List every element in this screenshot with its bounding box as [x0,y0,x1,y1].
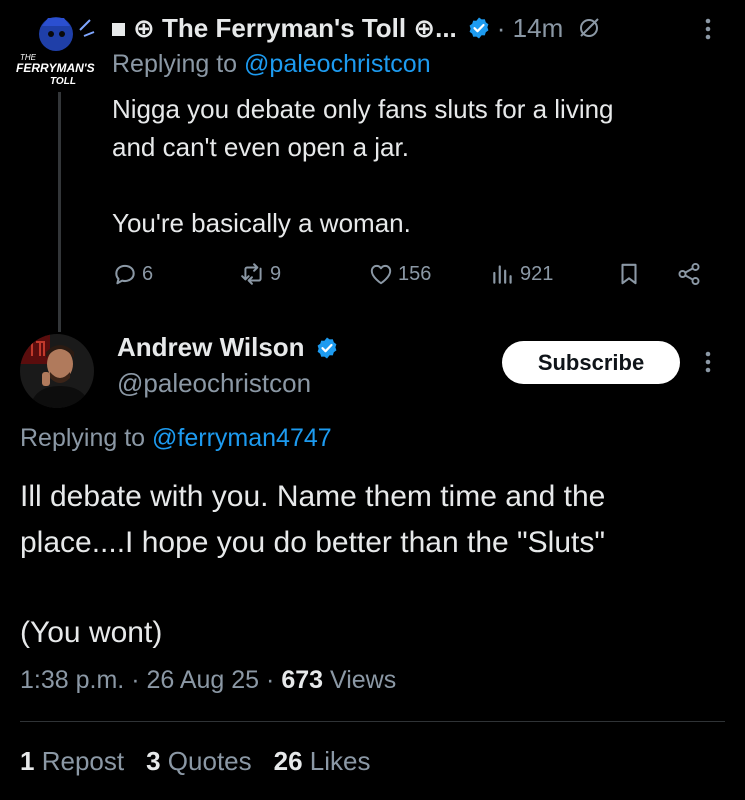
quotes-count: 3 [146,746,161,776]
heart-icon [370,264,392,285]
engagement-stats: 1 Repost 3 Quotes 26 Likes [20,746,392,777]
main-body-line: place....I hope you do better than the "… [20,526,606,559]
square-glyph [112,22,125,36]
reply-count: 6 [142,262,154,285]
comment-icon [115,264,135,285]
reply-body-line: and can't even open a jar. [112,132,409,162]
reply-body-line: You're basically a woman. [112,208,411,238]
reply-avatar[interactable]: THE FERRYMAN'S TOLL [14,14,98,90]
quotes-label: Quotes [167,746,252,776]
like-count: 156 [398,262,432,285]
main-display-name-row: Andrew Wilson [117,332,339,363]
repost-icon [241,263,262,285]
replying-prefix: Replying to [20,424,146,452]
replying-mention-link[interactable]: @ferryman4747 [152,424,332,452]
replying-prefix: Replying to [112,50,238,78]
thread-line [58,92,61,332]
meta-separator: · [266,666,275,694]
main-body: Ill debate with you. Name them time and … [20,474,730,656]
replying-mention-link[interactable]: @paleochristcon [244,50,431,78]
meta-separator: · [131,666,140,694]
bar-chart-icon [493,265,512,284]
subscribe-button[interactable]: Subscribe [502,341,680,384]
main-avatar[interactable] [20,334,94,408]
reply-replying-to: Replying to @paleochristcon [112,50,431,79]
verified-badge-icon [317,337,336,358]
views-label: Views [330,666,397,694]
reply-body: Nigga you debate only fans sluts for a l… [112,90,722,242]
reply-body-line: Nigga you debate only fans sluts for a l… [112,94,614,124]
post-time[interactable]: 1:38 p.m. [20,666,124,694]
main-replying-to: Replying to @ferryman4747 [20,424,332,453]
post-date[interactable]: 26 Aug 25 [146,666,259,694]
avatar-text-ferrymans: FERRYMAN'S [16,61,95,75]
verified-badge-icon [469,17,489,39]
reposts-stat[interactable]: 1 Repost [20,746,124,777]
share-button[interactable] [676,256,706,292]
views-count: 921 [520,262,554,285]
reply-action-bar: 6 9 156 921 [112,256,712,292]
bookmark-icon [621,263,637,285]
likes-label: Likes [309,746,371,776]
like-button[interactable]: 156 [368,256,431,292]
views-count: 673 [281,666,324,694]
repost-count: 9 [270,262,282,285]
likes-stat[interactable]: 26 Likes [274,746,371,777]
more-vertical-icon[interactable] [698,14,718,44]
reposts-label: Repost [41,746,125,776]
share-icon [678,262,700,286]
mute-icon [580,18,599,37]
reply-time[interactable]: · 14m [497,13,563,44]
reply-display-name[interactable]: ⊕ The Ferryman's Toll ⊕... [133,13,457,44]
avatar-text-toll: TOLL [50,76,76,87]
main-display-name[interactable]: Andrew Wilson [117,332,305,363]
more-vertical-icon[interactable] [698,347,718,377]
main-handle[interactable]: @paleochristcon [117,368,311,399]
tweet-metadata: 1:38 p.m. · 26 Aug 25 · 673 Views [20,666,396,695]
views-button[interactable]: 921 [490,256,553,292]
likes-count: 26 [273,746,303,776]
quotes-stat[interactable]: 3 Quotes [146,746,252,777]
divider [20,721,725,722]
reply-count-button[interactable]: 6 [112,256,153,292]
main-body-line: Ill debate with you. Name them time and … [20,480,606,513]
bookmark-button[interactable] [616,256,646,292]
repost-button[interactable]: 9 [240,256,281,292]
reposts-count: 1 [20,746,35,776]
reply-header: ⊕ The Ferryman's Toll ⊕... · 14m [112,10,732,46]
main-body-line: (You wont) [20,616,163,649]
